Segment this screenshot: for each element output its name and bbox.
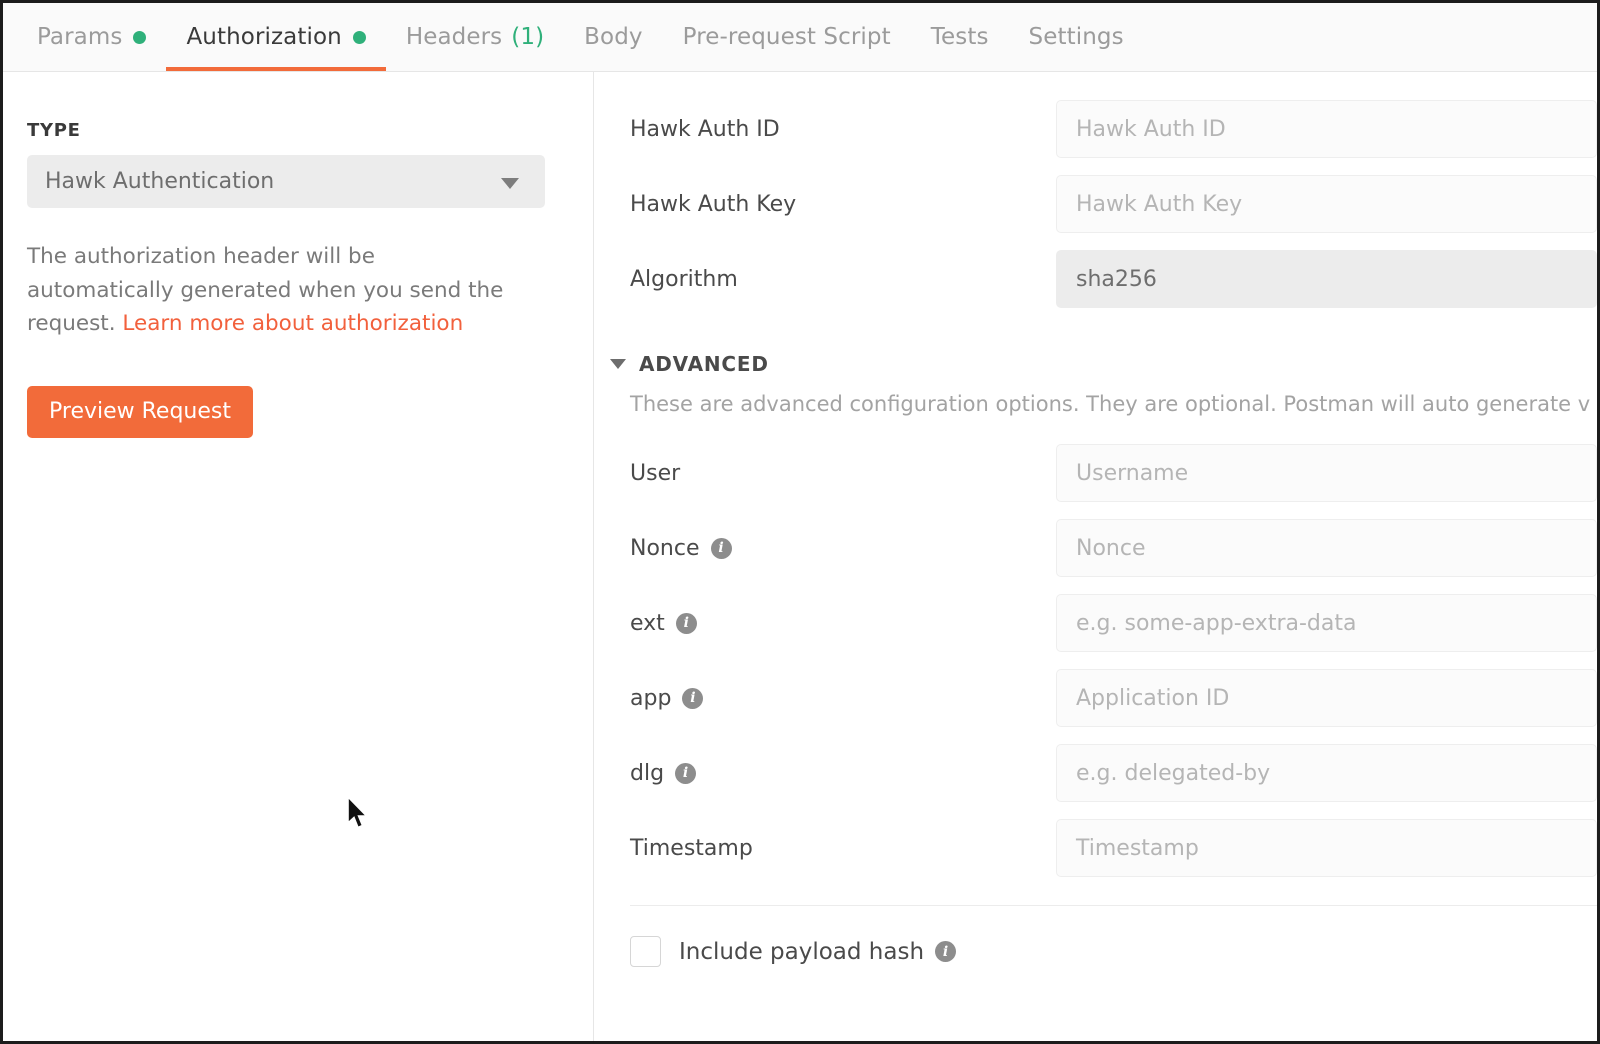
field-row-app: app i Application ID xyxy=(595,669,1597,727)
field-label-text: ext xyxy=(630,610,665,636)
tab-settings[interactable]: Settings xyxy=(1009,3,1144,71)
field-row-hawk-auth-id: Hawk Auth ID Hawk Auth ID xyxy=(595,100,1597,158)
request-tab-bar: Params Authorization Headers (1) Body Pre-req… xyxy=(3,3,1597,72)
type-label: TYPE xyxy=(27,120,81,141)
chevron-down-icon xyxy=(501,177,519,189)
info-icon[interactable]: i xyxy=(935,941,957,962)
auth-type-select[interactable]: Hawk Authentication xyxy=(27,155,545,208)
include-payload-hash-row[interactable]: Include payload hash i xyxy=(595,936,1597,967)
field-label-text: Nonce xyxy=(630,535,700,561)
tab-label: Tests xyxy=(930,24,989,50)
auth-type-selected-value: Hawk Authentication xyxy=(45,169,275,194)
app-label: app i xyxy=(595,686,1056,711)
hawk-auth-config-pane: Hawk Auth ID Hawk Auth ID Hawk Auth Key Haw… xyxy=(595,72,1597,1041)
field-label-text: Hawk Auth Key xyxy=(630,191,797,217)
tab-body[interactable]: Body xyxy=(564,3,662,71)
basic-fields-group: Hawk Auth ID Hawk Auth ID Hawk Auth Key Haw… xyxy=(595,100,1597,308)
tab-status-dot-icon xyxy=(352,30,366,44)
user-input[interactable]: Username xyxy=(1056,444,1597,502)
tab-authorization[interactable]: Authorization xyxy=(166,3,387,71)
hawk-auth-id-input[interactable]: Hawk Auth ID xyxy=(1056,100,1597,158)
info-icon[interactable]: i xyxy=(675,762,697,784)
field-row-timestamp: Timestamp Timestamp xyxy=(595,819,1597,877)
field-row-algorithm: Algorithm sha256 xyxy=(595,250,1597,308)
advanced-section-title: ADVANCED xyxy=(639,352,769,376)
tab-label: Headers xyxy=(405,24,503,50)
authorization-type-pane: TYPE Hawk Authentication The authorizati… xyxy=(3,72,594,1041)
tab-headers[interactable]: Headers (1) xyxy=(386,3,564,71)
tab-tests[interactable]: Tests xyxy=(911,3,1009,71)
tab-pre-request-script[interactable]: Pre-request Script xyxy=(663,3,911,71)
info-icon[interactable]: i xyxy=(675,612,697,634)
hawk-auth-id-label: Hawk Auth ID xyxy=(595,117,1056,142)
field-label-text: Timestamp xyxy=(630,835,753,861)
field-label-text: Algorithm xyxy=(630,266,738,292)
timestamp-input[interactable]: Timestamp xyxy=(1056,819,1597,877)
tab-label: Body xyxy=(584,24,643,50)
tab-label: Params xyxy=(37,24,123,50)
postman-request-editor: Params Authorization Headers (1) Body Pre-req… xyxy=(0,0,1600,1044)
tab-status-dot-icon xyxy=(133,30,147,44)
include-payload-hash-label: Include payload hash i xyxy=(679,938,957,965)
field-row-user: User Username xyxy=(595,444,1597,502)
algorithm-select[interactable]: sha256 xyxy=(1056,250,1597,308)
field-label-text: Hawk Auth ID xyxy=(630,116,780,142)
algorithm-label: Algorithm xyxy=(595,267,1056,292)
dlg-input[interactable]: e.g. delegated-by xyxy=(1056,744,1597,802)
field-label-text: User xyxy=(630,460,681,486)
preview-request-button[interactable]: Preview Request xyxy=(27,385,253,438)
advanced-section-toggle[interactable]: ADVANCED xyxy=(595,352,1597,376)
caret-down-icon xyxy=(610,359,626,369)
advanced-fields-group: User Username Nonce i Nonce ext i e.g. some-app… xyxy=(595,444,1597,877)
field-label-text: app xyxy=(630,685,672,711)
field-row-ext: ext i e.g. some-app-extra-data xyxy=(595,594,1597,652)
field-row-hawk-auth-key: Hawk Auth Key Hawk Auth Key xyxy=(595,175,1597,233)
dlg-label: dlg i xyxy=(595,761,1056,786)
authorization-helper-text: The authorization header will be automat… xyxy=(27,240,527,341)
info-icon[interactable]: i xyxy=(682,687,704,709)
field-label-text: dlg xyxy=(630,760,665,786)
user-label: User xyxy=(595,461,1056,486)
timestamp-label: Timestamp xyxy=(595,836,1056,861)
tab-label: Authorization xyxy=(186,24,342,50)
ext-label: ext i xyxy=(595,611,1056,636)
advanced-section-description: These are advanced configuration options… xyxy=(630,392,1591,416)
include-payload-hash-checkbox[interactable] xyxy=(630,936,661,967)
tab-params[interactable]: Params xyxy=(17,3,166,71)
tab-count-badge: (1) xyxy=(511,24,545,50)
app-input[interactable]: Application ID xyxy=(1056,669,1597,727)
section-divider xyxy=(630,905,1597,906)
ext-input[interactable]: e.g. some-app-extra-data xyxy=(1056,594,1597,652)
include-payload-hash-text: Include payload hash xyxy=(679,938,925,965)
nonce-input[interactable]: Nonce xyxy=(1056,519,1597,577)
field-row-dlg: dlg i e.g. delegated-by xyxy=(595,744,1597,802)
field-row-nonce: Nonce i Nonce xyxy=(595,519,1597,577)
tab-label: Pre-request Script xyxy=(682,24,891,50)
info-icon[interactable]: i xyxy=(710,537,732,559)
nonce-label: Nonce i xyxy=(595,536,1056,561)
hawk-auth-key-input[interactable]: Hawk Auth Key xyxy=(1056,175,1597,233)
tab-label: Settings xyxy=(1028,24,1124,50)
learn-more-link[interactable]: Learn more about authorization xyxy=(122,311,463,336)
hawk-auth-key-label: Hawk Auth Key xyxy=(595,192,1056,217)
